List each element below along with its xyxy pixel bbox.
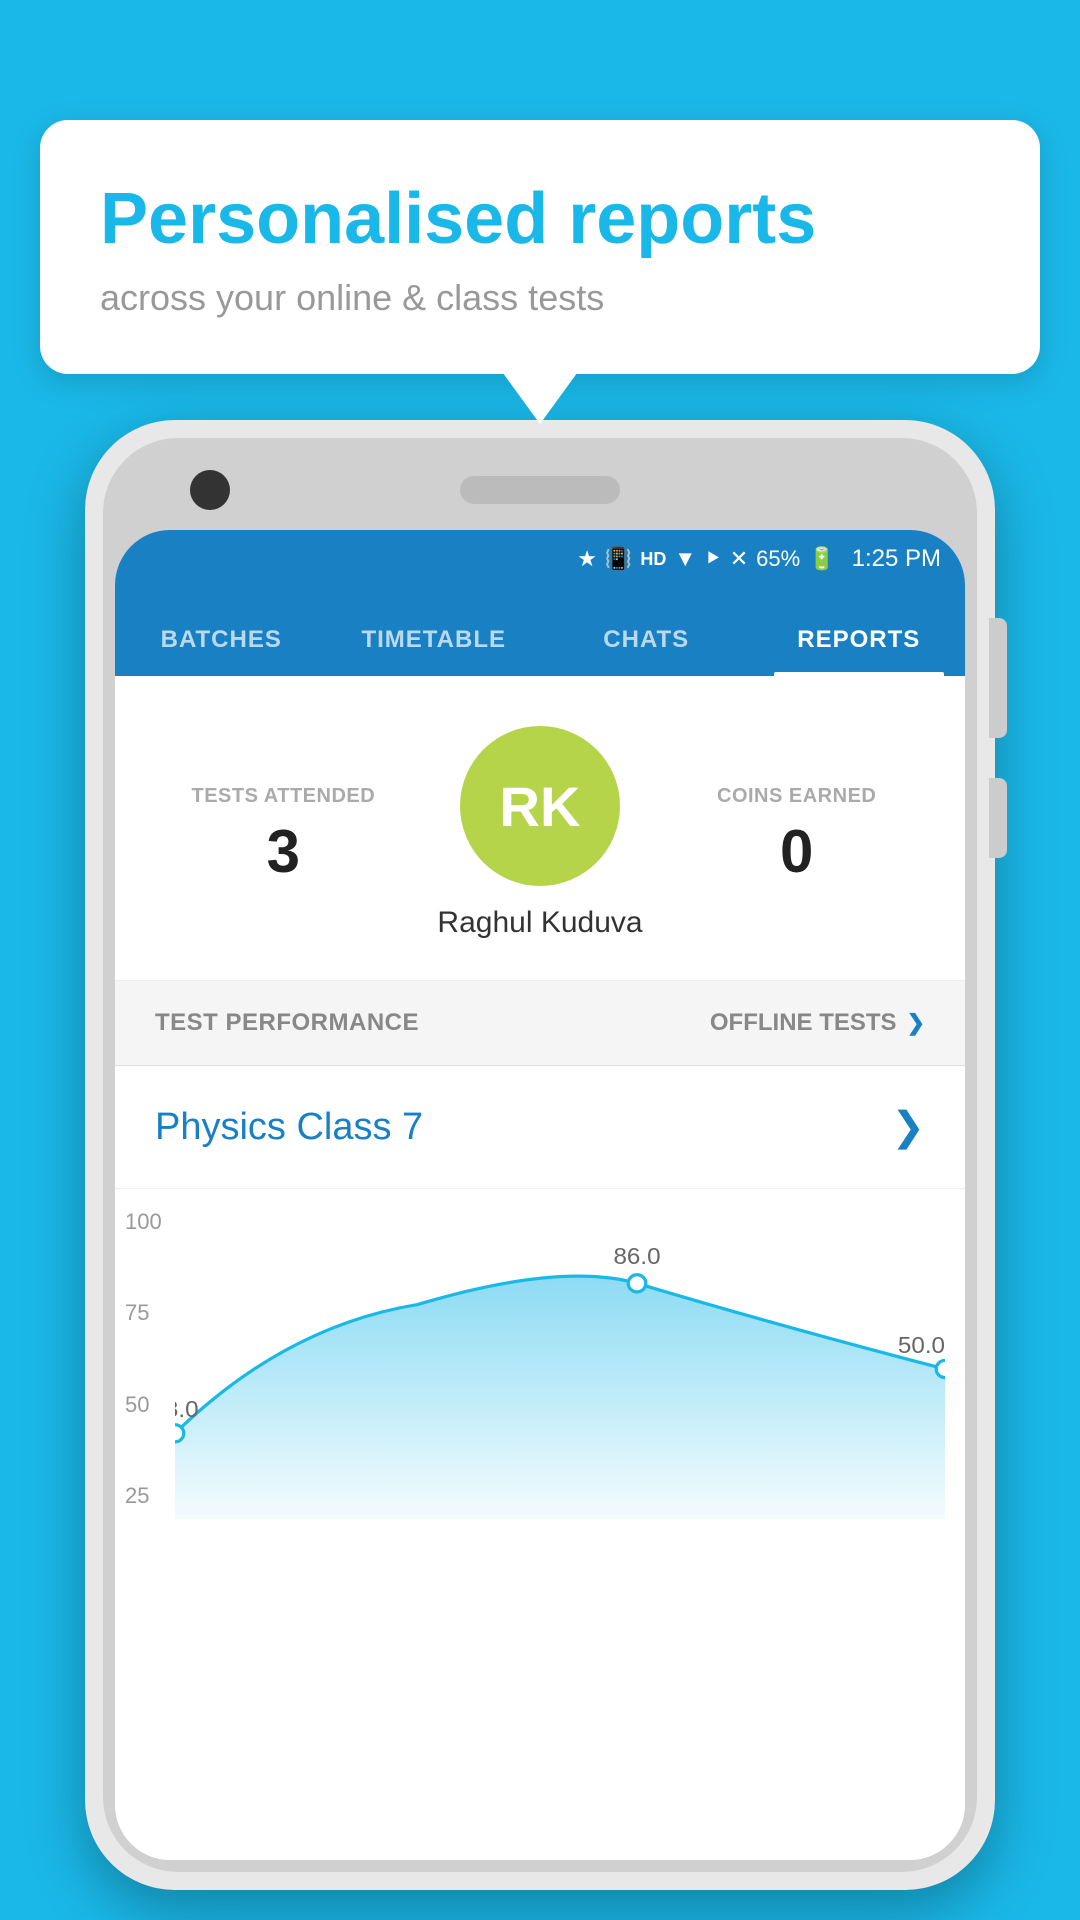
signal-icon: ⯈ (704, 546, 722, 572)
power-button (989, 618, 1007, 738)
tab-batches[interactable]: BATCHES (115, 608, 328, 676)
avatar-initials: RK (500, 774, 581, 839)
wifi-icon: ▼ (674, 546, 696, 572)
battery-icon: 🔋 (808, 546, 835, 572)
svg-text:68.0: 68.0 (175, 1396, 199, 1423)
tab-chats[interactable]: CHATS (540, 608, 753, 676)
tests-attended-value: 3 (155, 822, 412, 882)
hd-icon: HD (640, 549, 666, 570)
chart-y-label-25: 25 (125, 1483, 162, 1509)
phone-screen: ★ 📳 HD ▼ ⯈ ✕ 65% 🔋 1:25 PM BATCHES TIMET… (115, 530, 965, 1860)
svg-text:50.0: 50.0 (898, 1332, 945, 1359)
chart-y-label-50: 50 (125, 1392, 162, 1418)
tab-navigation: BATCHES TIMETABLE CHATS REPORTS (115, 588, 965, 676)
performance-chart: 68.0 86.0 50.0 (175, 1219, 945, 1519)
status-bar: ★ 📳 HD ▼ ⯈ ✕ 65% 🔋 1:25 PM (115, 530, 965, 588)
status-bar-icons: ★ 📳 HD ▼ ⯈ ✕ 65% 🔋 1:25 PM (577, 545, 941, 573)
class-row[interactable]: Physics Class 7 ❯ (115, 1066, 965, 1189)
phone-top-bar (115, 450, 965, 530)
coins-earned-block: COINS EARNED 0 (668, 785, 925, 882)
phone-wrapper: ★ 📳 HD ▼ ⯈ ✕ 65% 🔋 1:25 PM BATCHES TIMET… (85, 420, 995, 1890)
tooltip-card: Personalised reports across your online … (40, 120, 1040, 374)
tab-timetable[interactable]: TIMETABLE (328, 608, 541, 676)
chart-y-labels: 100 75 50 25 (125, 1209, 162, 1509)
svg-text:86.0: 86.0 (613, 1243, 660, 1270)
earpiece-speaker (460, 476, 620, 504)
volume-button (989, 778, 1007, 858)
chart-y-label-100: 100 (125, 1209, 162, 1235)
chevron-right-icon: ❯ (891, 1104, 925, 1150)
coins-earned-value: 0 (668, 822, 925, 882)
chart-area: 100 75 50 25 (115, 1189, 965, 1529)
status-time: 1:25 PM (852, 545, 941, 573)
avatar: RK (460, 726, 620, 886)
x-signal-icon: ✕ (730, 546, 748, 572)
user-name: Raghul Kuduva (437, 906, 642, 940)
phone-inner: ★ 📳 HD ▼ ⯈ ✕ 65% 🔋 1:25 PM BATCHES TIMET… (103, 438, 977, 1872)
tests-attended-label: TESTS ATTENDED (155, 785, 412, 808)
front-camera (190, 470, 230, 510)
vibrate-icon: 📳 (605, 546, 632, 572)
class-name: Physics Class 7 (155, 1106, 423, 1149)
phone-outer: ★ 📳 HD ▼ ⯈ ✕ 65% 🔋 1:25 PM BATCHES TIMET… (85, 420, 995, 1890)
chart-y-label-75: 75 (125, 1300, 162, 1326)
chevron-down-icon: ❯ (907, 1010, 925, 1036)
profile-section: TESTS ATTENDED 3 RK Raghul Kuduva COINS … (115, 676, 965, 981)
tooltip-subtitle: across your online & class tests (100, 277, 980, 319)
avatar-block: RK Raghul Kuduva (412, 726, 669, 940)
offline-tests-label: OFFLINE TESTS (710, 1009, 897, 1037)
coins-earned-label: COINS EARNED (668, 785, 925, 808)
performance-label: TEST PERFORMANCE (155, 1009, 419, 1037)
tooltip-title: Personalised reports (100, 180, 980, 259)
tests-attended-block: TESTS ATTENDED 3 (155, 785, 412, 882)
battery-percentage: 65% (756, 546, 800, 572)
offline-tests-dropdown[interactable]: OFFLINE TESTS ❯ (710, 1009, 925, 1037)
bluetooth-icon: ★ (577, 546, 597, 572)
performance-section: TEST PERFORMANCE OFFLINE TESTS ❯ (115, 981, 965, 1066)
tab-reports[interactable]: REPORTS (753, 608, 966, 676)
